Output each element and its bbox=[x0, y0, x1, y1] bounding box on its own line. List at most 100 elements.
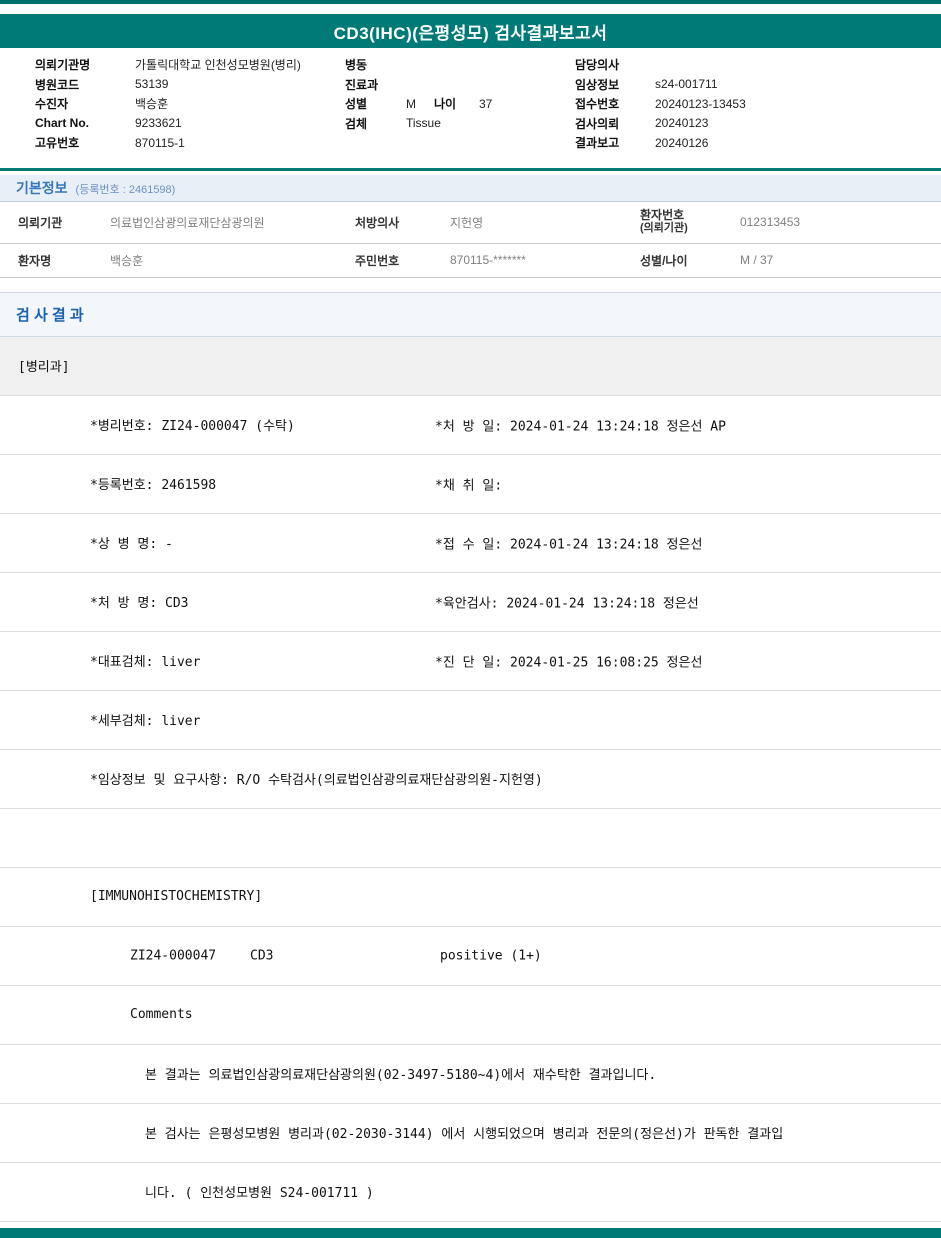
result-row-empty bbox=[0, 808, 941, 868]
patient-header-left: 의뢰기관명 가톨릭대학교 인천성모병원(병리) 병원코드 53139 수진자 백승훈 … bbox=[35, 55, 345, 153]
field-value: 20240123-13453 bbox=[655, 96, 746, 111]
basic-info-reg-note: (등록번호 : 2461598) bbox=[75, 183, 176, 196]
cell-value: 지헌영 bbox=[450, 215, 484, 230]
result-row: *병리번호: ZI24-000047 (수탁) *처 방 일: 2024-01-2… bbox=[0, 395, 941, 455]
ihc-section-label: [IMMUNOHISTOCHEMISTRY] bbox=[90, 889, 263, 904]
result-row-dept: [병리과] bbox=[0, 336, 941, 396]
test-results-body: [병리과] *병리번호: ZI24-000047 (수탁) *처 방 일: 202… bbox=[0, 336, 941, 1222]
field-row: Chart No. 9233621 bbox=[35, 114, 345, 134]
section-divider bbox=[0, 167, 941, 171]
table-row: 의뢰기관 의료법인삼광의료재단삼광의원 처방의사 지헌영 환자번호 (의뢰기관)… bbox=[0, 202, 941, 244]
basic-info-title: 기본정보 bbox=[16, 179, 68, 196]
cell-value: 012313453 bbox=[740, 215, 801, 229]
field-label: 접수번호 bbox=[575, 97, 620, 112]
dept-label: [병리과] bbox=[18, 360, 70, 375]
field-value: s24-001711 bbox=[655, 77, 718, 92]
result-field: *육안검사: 2024-01-24 13:24:18 정은선 bbox=[435, 596, 699, 611]
report-title-bar: CD3(IHC)(은평성모) 검사결과보고서 bbox=[0, 14, 941, 48]
field-label: 검사의뢰 bbox=[575, 116, 620, 131]
patient-header-right: 담당의사 임상정보 s24-001711 접수번호 20240123-13453 검… bbox=[575, 55, 941, 153]
result-field: *등록번호: 2461598 bbox=[90, 478, 217, 493]
section-basic-info-header: 기본정보 (등록번호 : 2461598) bbox=[0, 174, 941, 202]
result-field: *진 단 일: 2024-01-25 16:08:25 정은선 bbox=[435, 655, 703, 670]
test-result-value: positive (1+) bbox=[440, 948, 542, 963]
result-row: *세부검체: liver bbox=[0, 690, 941, 750]
result-field: *세부검체: liver bbox=[90, 714, 201, 729]
result-row-comment: 본 검사는 은평성모병원 병리과(02-2030-3144) 에서 시행되었으며… bbox=[0, 1103, 941, 1163]
field-value: Tissue bbox=[406, 116, 441, 131]
result-row: *대표검체: liver *진 단 일: 2024-01-25 16:08:25 … bbox=[0, 631, 941, 691]
report-title: CD3(IHC)(은평성모) 검사결과보고서 bbox=[333, 23, 608, 43]
test-results-title: 검 사 결 과 bbox=[16, 306, 84, 324]
cell-label: 처방의사 bbox=[355, 215, 400, 230]
result-row: *등록번호: 2461598 *채 취 일: bbox=[0, 454, 941, 514]
comment-text: 본 결과는 의료법인삼광의료재단삼광의원(02-3497-5180~4)에서 재… bbox=[145, 1068, 657, 1083]
field-row: 접수번호 20240123-13453 bbox=[575, 94, 941, 114]
field-label: 병동 bbox=[345, 58, 368, 73]
field-value: 9233621 bbox=[135, 116, 182, 131]
field-row: 담당의사 bbox=[575, 55, 941, 75]
field-row: 병원코드 53139 bbox=[35, 75, 345, 95]
field-label: 병원코드 bbox=[35, 77, 80, 92]
field-label: 임상정보 bbox=[575, 77, 620, 92]
result-row-comment: 본 결과는 의료법인삼광의료재단삼광의원(02-3497-5180~4)에서 재… bbox=[0, 1044, 941, 1104]
result-field: *처 방 일: 2024-01-24 13:24:18 정은선 AP bbox=[435, 419, 726, 434]
field-label: 성별 bbox=[345, 97, 368, 112]
result-row-comments-header: Comments bbox=[0, 985, 941, 1045]
field-value: 53139 bbox=[135, 77, 169, 92]
field-row: 성별 M 나이 37 bbox=[345, 94, 575, 114]
field-row: 고유번호 870115-1 bbox=[35, 133, 345, 153]
field-row: 병동 bbox=[345, 55, 575, 75]
field-label: 담당의사 bbox=[575, 58, 620, 73]
result-row-ihc-result: ZI24-000047 CD3 positive (1+) bbox=[0, 926, 941, 986]
cell-label-line2: (의뢰기관) bbox=[640, 222, 688, 234]
comment-text: 본 검사는 은평성모병원 병리과(02-2030-3144) 에서 시행되었으며… bbox=[145, 1127, 784, 1142]
patient-header: 의뢰기관명 가톨릭대학교 인천성모병원(병리) 병원코드 53139 수진자 백승훈 … bbox=[0, 48, 941, 159]
result-field: *접 수 일: 2024-01-24 13:24:18 정은선 bbox=[435, 537, 703, 552]
comments-label: Comments bbox=[130, 1007, 193, 1022]
field-row: 결과보고 20240126 bbox=[575, 133, 941, 153]
top-border bbox=[0, 0, 941, 4]
cell-value: 백승훈 bbox=[110, 253, 144, 268]
table-row: 환자명 백승훈 주민번호 870115-******* 성별/나이 M / 37 bbox=[0, 244, 941, 278]
result-row: *임상정보 및 요구사항: R/O 수탁검사(의료법인삼광의료재단삼광의원-지헌… bbox=[0, 749, 941, 809]
result-field: *채 취 일: bbox=[435, 478, 503, 493]
result-field: *상 병 명: - bbox=[90, 537, 173, 552]
cell-label: 환자명 bbox=[18, 253, 52, 268]
field-label: 검체 bbox=[345, 116, 368, 131]
field-value: 37 bbox=[479, 96, 493, 111]
field-value: M bbox=[406, 96, 416, 111]
specimen-number: ZI24-000047 bbox=[130, 948, 217, 963]
field-value: 백승훈 bbox=[135, 97, 169, 112]
cell-value: 870115-******* bbox=[450, 253, 526, 267]
field-row: 검체 Tissue bbox=[345, 114, 575, 134]
field-label: 진료과 bbox=[345, 77, 379, 92]
result-row: *처 방 명: CD3 *육안검사: 2024-01-24 13:24:18 정은… bbox=[0, 572, 941, 632]
cell-value: 의료법인삼광의료재단삼광의원 bbox=[110, 215, 265, 230]
cell-label: 환자번호 (의뢰기관) bbox=[625, 209, 725, 235]
field-label: 나이 bbox=[434, 97, 457, 112]
basic-info-table: 의뢰기관 의료법인삼광의료재단삼광의원 처방의사 지헌영 환자번호 (의뢰기관)… bbox=[0, 202, 941, 278]
field-label: 고유번호 bbox=[35, 136, 80, 151]
field-value: 20240126 bbox=[655, 135, 709, 150]
field-value: 870115-1 bbox=[135, 135, 185, 150]
result-field: *처 방 명: CD3 bbox=[90, 596, 189, 611]
field-value: 가톨릭대학교 인천성모병원(병리) bbox=[135, 58, 301, 73]
field-value: 20240123 bbox=[655, 116, 709, 131]
result-row-comment: 니다. ( 인천성모병원 S24-001711 ) bbox=[0, 1162, 941, 1222]
field-row: 진료과 bbox=[345, 75, 575, 95]
result-row: *상 병 명: - *접 수 일: 2024-01-24 13:24:18 정은선 bbox=[0, 513, 941, 573]
result-field: *대표검체: liver bbox=[90, 655, 201, 670]
cell-label: 주민번호 bbox=[355, 253, 400, 268]
field-label: 결과보고 bbox=[575, 136, 620, 151]
patient-header-middle: 병동 진료과 성별 M 나이 37 검체 Tissue bbox=[345, 55, 575, 153]
result-row-ihc-header: [IMMUNOHISTOCHEMISTRY] bbox=[0, 867, 941, 927]
bottom-border bbox=[0, 1228, 941, 1238]
field-label: 의뢰기관명 bbox=[35, 58, 91, 73]
field-label: Chart No. bbox=[35, 116, 89, 131]
field-row: 의뢰기관명 가톨릭대학교 인천성모병원(병리) bbox=[35, 55, 345, 75]
cell-label: 의뢰기관 bbox=[18, 215, 63, 230]
test-name: CD3 bbox=[250, 948, 274, 963]
result-field: *병리번호: ZI24-000047 (수탁) bbox=[90, 419, 295, 434]
field-row: 수진자 백승훈 bbox=[35, 94, 345, 114]
